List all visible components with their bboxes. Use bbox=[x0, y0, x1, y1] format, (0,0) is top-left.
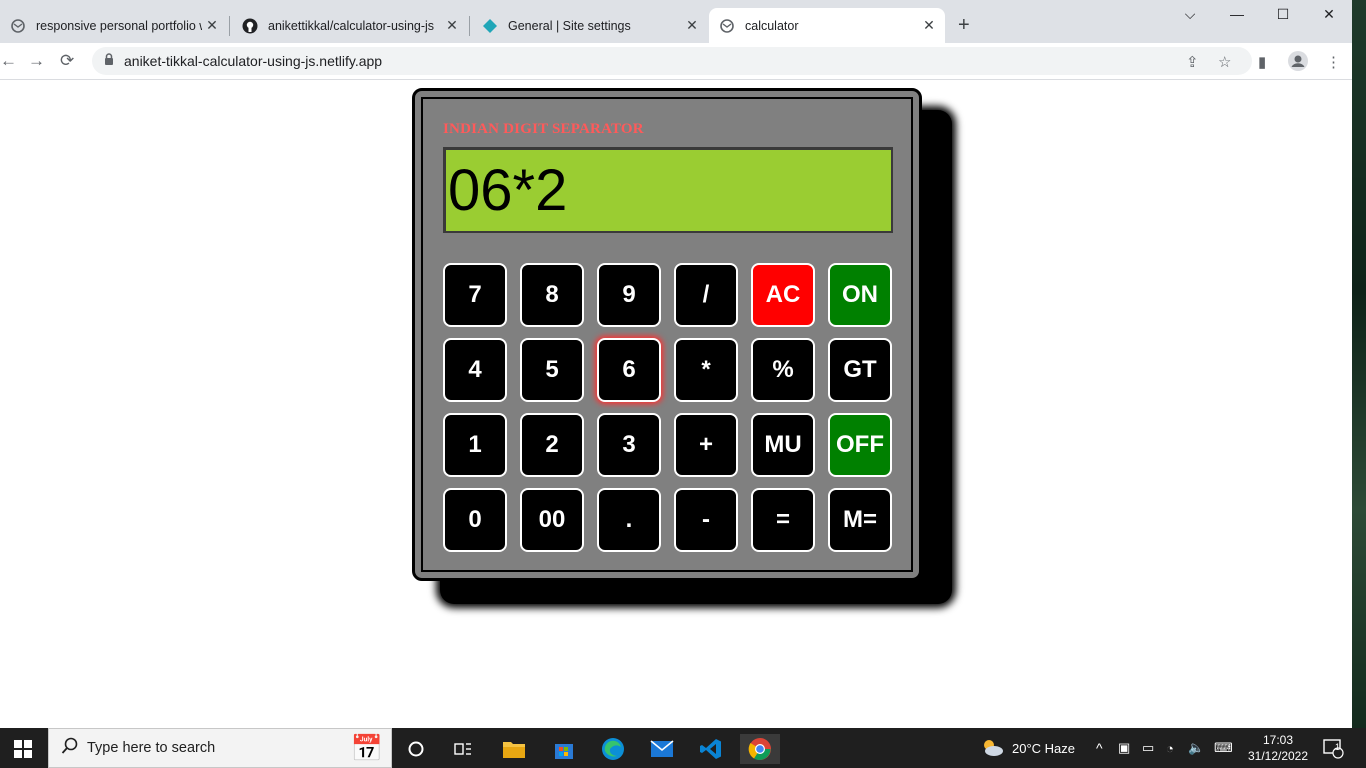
close-icon[interactable]: ✕ bbox=[202, 17, 222, 34]
key-3[interactable]: 3 bbox=[597, 413, 661, 477]
system-clock[interactable]: 17:03 31/12/2022 bbox=[1242, 732, 1314, 764]
back-icon[interactable]: ← bbox=[0, 51, 17, 71]
notification-count: 1 bbox=[1335, 742, 1341, 752]
tab-title: General | Site settings bbox=[508, 18, 631, 33]
keyboard-icon[interactable]: ⌨ bbox=[1214, 728, 1233, 768]
calculator-display: 06*2 bbox=[443, 147, 893, 233]
key-4[interactable]: 4 bbox=[443, 338, 507, 402]
calculator: INDIAN DIGIT SEPARATOR 06*2 7 8 9 / AC O… bbox=[412, 88, 922, 581]
globe-icon bbox=[719, 18, 735, 34]
lock-icon bbox=[104, 52, 114, 70]
tab-netlify[interactable]: General | Site settings ✕ bbox=[472, 8, 708, 43]
tab-bar: responsive personal portfolio we ✕ anike… bbox=[0, 0, 1352, 43]
tab-calculator[interactable]: calculator ✕ bbox=[709, 8, 945, 43]
url-text: aniket-tikkal-calculator-using-js.netlif… bbox=[124, 53, 383, 69]
key-memory-equals[interactable]: M= bbox=[828, 488, 892, 552]
key-all-clear[interactable]: AC bbox=[751, 263, 815, 327]
notification-center-icon[interactable]: 1 bbox=[1322, 728, 1344, 768]
new-tab-button[interactable]: + bbox=[958, 14, 970, 37]
key-divide[interactable]: / bbox=[674, 263, 738, 327]
close-icon[interactable]: ✕ bbox=[682, 17, 702, 34]
key-multiply[interactable]: * bbox=[674, 338, 738, 402]
windows-start-icon[interactable] bbox=[14, 740, 32, 758]
key-9[interactable]: 9 bbox=[597, 263, 661, 327]
side-panel-icon[interactable]: ▮ bbox=[1258, 53, 1266, 71]
key-off[interactable]: OFF bbox=[828, 413, 892, 477]
clock-date: 31/12/2022 bbox=[1247, 749, 1309, 763]
github-icon bbox=[242, 18, 258, 34]
desktop-background bbox=[1352, 0, 1366, 728]
tab-separator bbox=[469, 16, 470, 36]
tab-separator bbox=[229, 16, 230, 36]
tab-title: calculator bbox=[745, 18, 799, 33]
meet-now-icon[interactable]: ▣ bbox=[1118, 728, 1130, 768]
key-5[interactable]: 5 bbox=[520, 338, 584, 402]
forward-icon[interactable]: → bbox=[28, 51, 45, 71]
key-1[interactable]: 1 bbox=[443, 413, 507, 477]
key-equals[interactable]: = bbox=[751, 488, 815, 552]
close-icon[interactable]: ✕ bbox=[919, 17, 939, 34]
key-markup[interactable]: MU bbox=[751, 413, 815, 477]
key-grand-total[interactable]: GT bbox=[828, 338, 892, 402]
chrome-icon[interactable] bbox=[740, 734, 780, 764]
task-view-icon[interactable] bbox=[443, 734, 483, 764]
globe-icon bbox=[10, 18, 26, 34]
show-hidden-icons-chevron-icon[interactable]: ^ bbox=[1096, 728, 1103, 768]
minimize-button[interactable]: — bbox=[1214, 6, 1260, 22]
netlify-icon bbox=[482, 18, 498, 34]
key-7[interactable]: 7 bbox=[443, 263, 507, 327]
calculator-title: INDIAN DIGIT SEPARATOR bbox=[443, 121, 644, 137]
vscode-icon[interactable] bbox=[691, 734, 731, 764]
menu-kebab-icon[interactable]: ⋮ bbox=[1326, 53, 1341, 71]
browser-toolbar: ← → ⟳ aniket-tikkal-calculator-using-js.… bbox=[0, 43, 1352, 80]
tab-title: responsive personal portfolio we bbox=[36, 18, 202, 33]
close-window-button[interactable]: ✕ bbox=[1306, 6, 1352, 23]
clock-time: 17:03 bbox=[1262, 733, 1294, 747]
key-8[interactable]: 8 bbox=[520, 263, 584, 327]
maximize-button[interactable]: ☐ bbox=[1260, 6, 1306, 23]
mail-icon[interactable] bbox=[642, 734, 682, 764]
battery-icon[interactable]: ▭ bbox=[1142, 728, 1154, 768]
bookmark-star-icon[interactable]: ☆ bbox=[1218, 53, 1231, 71]
share-icon[interactable]: ⇪ bbox=[1186, 53, 1199, 71]
profile-avatar-icon[interactable] bbox=[1288, 51, 1308, 75]
key-6[interactable]: 6 bbox=[597, 338, 661, 402]
cortana-icon[interactable] bbox=[396, 734, 436, 764]
search-icon bbox=[61, 737, 79, 760]
tab-github[interactable]: anikettikkal/calculator-using-js ✕ bbox=[232, 8, 468, 43]
key-plus[interactable]: + bbox=[674, 413, 738, 477]
tab-title: anikettikkal/calculator-using-js bbox=[268, 18, 435, 33]
tab-search-icon[interactable]: ⌵ bbox=[1167, 6, 1213, 23]
key-percent[interactable]: % bbox=[751, 338, 815, 402]
volume-icon[interactable]: 🔈 bbox=[1188, 728, 1204, 768]
key-minus[interactable]: - bbox=[674, 488, 738, 552]
calendar-celebration-icon: 📅 bbox=[350, 733, 383, 763]
key-on[interactable]: ON bbox=[828, 263, 892, 327]
key-2[interactable]: 2 bbox=[520, 413, 584, 477]
taskbar: Type here to search 📅 20°C Haze ^ ▣ ▭ ◔ … bbox=[0, 728, 1366, 768]
reload-icon[interactable]: ⟳ bbox=[60, 51, 74, 71]
key-decimal[interactable]: . bbox=[597, 488, 661, 552]
search-placeholder: Type here to search bbox=[87, 740, 216, 756]
taskbar-search-box[interactable]: Type here to search 📅 bbox=[48, 728, 392, 768]
key-0[interactable]: 0 bbox=[443, 488, 507, 552]
weather-text: 20°C Haze bbox=[1012, 740, 1076, 756]
microsoft-store-icon[interactable] bbox=[544, 734, 584, 764]
tab-portfolio[interactable]: responsive personal portfolio we ✕ bbox=[0, 8, 228, 43]
edge-browser-icon[interactable] bbox=[593, 734, 633, 764]
close-icon[interactable]: ✕ bbox=[442, 17, 462, 34]
address-bar[interactable]: aniket-tikkal-calculator-using-js.netlif… bbox=[92, 47, 1252, 75]
weather-widget[interactable]: 20°C Haze bbox=[980, 728, 1075, 768]
file-explorer-icon[interactable] bbox=[494, 734, 534, 764]
key-double-zero[interactable]: 00 bbox=[520, 488, 584, 552]
wifi-icon[interactable]: ◔ bbox=[1166, 728, 1174, 768]
weather-cloud-sun-icon bbox=[980, 737, 1004, 760]
